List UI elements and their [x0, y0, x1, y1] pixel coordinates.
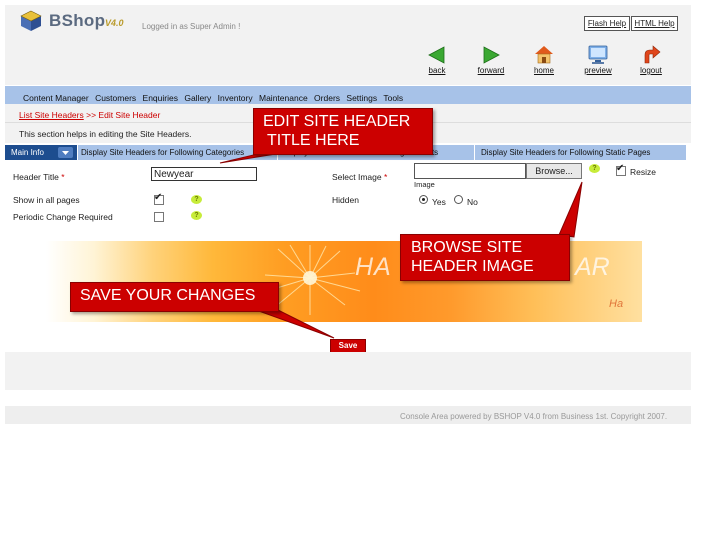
monitor-icon [588, 45, 608, 64]
help-icon[interactable]: ? [589, 164, 600, 173]
back-button[interactable]: back [417, 45, 457, 75]
show-all-pages-checkbox[interactable] [154, 192, 164, 205]
brand-name: BShop [49, 11, 106, 30]
brand-version: V4.0 [105, 18, 124, 28]
tab-main-info-label: Main Info [11, 148, 44, 157]
menu-tools[interactable]: Tools [383, 93, 403, 103]
edit-title-callout: EDIT SITE HEADER TITLE HERE [253, 108, 433, 155]
header-title-label: Header Title * [13, 172, 65, 182]
hidden-no-label: No [467, 197, 478, 207]
menu-enquiries[interactable]: Enquiries [143, 93, 178, 103]
menu-gallery[interactable]: Gallery [184, 93, 211, 103]
arrow-right-icon [483, 46, 500, 64]
menu-inventory[interactable]: Inventory [218, 93, 253, 103]
browse-button[interactable]: Browse... [526, 163, 582, 179]
hidden-label: Hidden [332, 195, 359, 205]
logout-button[interactable]: logout [631, 45, 671, 75]
tab-static-pages[interactable]: Display Site Headers for Following Stati… [481, 148, 650, 157]
hidden-yes-radio[interactable] [419, 195, 428, 204]
home-button[interactable]: home [524, 45, 564, 75]
menu-orders[interactable]: Orders [314, 93, 340, 103]
tab-separator [474, 145, 475, 160]
main-menu: Content Manager Customers Enquiries Gall… [23, 93, 407, 103]
forward-label: forward [477, 66, 505, 75]
logo-cube-icon [20, 10, 42, 31]
back-label: back [428, 66, 446, 75]
image-caption: Image [414, 180, 435, 189]
breadcrumb-current: Edit Site Header [98, 110, 161, 120]
flash-help-link[interactable]: Flash Help [584, 16, 630, 31]
tab-separator [77, 145, 78, 160]
banner-text: Ha [609, 298, 624, 310]
callout-line: BROWSE SITE [411, 239, 523, 256]
bottom-panel [5, 352, 691, 390]
hidden-yes-label: Yes [432, 197, 446, 207]
breadcrumb: List Site Headers >> Edit Site Header [19, 110, 160, 120]
periodic-change-label: Periodic Change Required [13, 212, 113, 222]
show-all-pages-label: Show in all pages [13, 195, 80, 205]
menu-customers[interactable]: Customers [95, 93, 136, 103]
menu-settings[interactable]: Settings [346, 93, 377, 103]
callout-line: HEADER IMAGE [411, 258, 534, 275]
home-label: home [533, 66, 554, 75]
preview-label: preview [584, 66, 612, 75]
section-description: This section helps in editing the Site H… [19, 129, 192, 139]
forward-button[interactable]: forward [471, 45, 511, 75]
tab-categories[interactable]: Display Site Headers for Following Categ… [81, 148, 244, 157]
save-button[interactable]: Save [330, 339, 366, 353]
image-file-input[interactable] [414, 163, 526, 179]
menu-content-manager[interactable]: Content Manager [23, 93, 89, 103]
save-changes-callout: SAVE YOUR CHANGES [70, 282, 279, 312]
chevron-down-icon [62, 151, 69, 155]
breadcrumb-list-link[interactable]: List Site Headers [19, 110, 84, 120]
callout-line: EDIT SITE HEADER [263, 113, 411, 130]
footer-copyright: Console Area powered by BSHOP V4.0 from … [400, 412, 668, 421]
help-icon[interactable]: ? [191, 195, 202, 204]
hidden-no-radio[interactable] [454, 195, 463, 204]
tab-dropdown-button[interactable] [58, 147, 73, 158]
menu-maintenance[interactable]: Maintenance [259, 93, 308, 103]
resize-label: Resize [630, 167, 656, 177]
select-image-label: Select Image * [332, 172, 387, 182]
logout-label: logout [640, 66, 662, 75]
header-title-input[interactable]: Newyear [151, 167, 257, 181]
banner-text: HA [355, 253, 392, 281]
resize-checkbox[interactable] [616, 163, 626, 176]
logged-in-status: Logged in as Super Admin ! [142, 22, 241, 31]
required-mark: * [384, 172, 388, 182]
home-icon [535, 46, 553, 64]
breadcrumb-separator: >> [86, 110, 97, 120]
preview-button[interactable]: preview [578, 45, 618, 75]
periodic-change-checkbox[interactable] [154, 212, 164, 222]
banner-text: AR [575, 253, 610, 281]
html-help-link[interactable]: HTML Help [631, 16, 678, 31]
callout-line: TITLE HERE [267, 132, 360, 149]
help-icon[interactable]: ? [191, 211, 202, 220]
arrow-left-icon [428, 46, 445, 64]
select-image-label-text: Select Image [332, 172, 382, 182]
browse-image-callout: BROWSE SITE HEADER IMAGE [400, 234, 570, 281]
required-mark: * [61, 172, 65, 182]
header-title-label-text: Header Title [13, 172, 59, 182]
logout-arrow-icon [644, 45, 661, 64]
